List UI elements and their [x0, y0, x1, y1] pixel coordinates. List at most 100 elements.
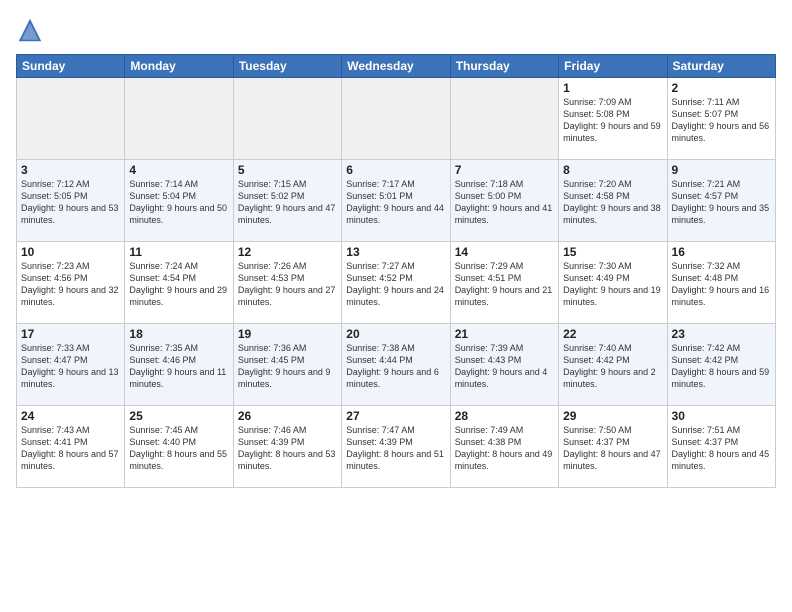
day-info: Sunrise: 7:36 AM Sunset: 4:45 PM Dayligh… [238, 342, 337, 391]
day-number: 12 [238, 245, 337, 259]
calendar-cell: 30Sunrise: 7:51 AM Sunset: 4:37 PM Dayli… [667, 406, 775, 488]
day-info: Sunrise: 7:45 AM Sunset: 4:40 PM Dayligh… [129, 424, 228, 473]
day-info: Sunrise: 7:17 AM Sunset: 5:01 PM Dayligh… [346, 178, 445, 227]
calendar-cell: 27Sunrise: 7:47 AM Sunset: 4:39 PM Dayli… [342, 406, 450, 488]
day-number: 30 [672, 409, 771, 423]
calendar-cell: 24Sunrise: 7:43 AM Sunset: 4:41 PM Dayli… [17, 406, 125, 488]
calendar-cell: 25Sunrise: 7:45 AM Sunset: 4:40 PM Dayli… [125, 406, 233, 488]
day-number: 25 [129, 409, 228, 423]
day-number: 22 [563, 327, 662, 341]
day-number: 23 [672, 327, 771, 341]
day-number: 19 [238, 327, 337, 341]
day-info: Sunrise: 7:27 AM Sunset: 4:52 PM Dayligh… [346, 260, 445, 309]
day-info: Sunrise: 7:21 AM Sunset: 4:57 PM Dayligh… [672, 178, 771, 227]
calendar-weekday-sunday: Sunday [17, 55, 125, 78]
day-info: Sunrise: 7:18 AM Sunset: 5:00 PM Dayligh… [455, 178, 554, 227]
calendar-weekday-monday: Monday [125, 55, 233, 78]
day-number: 20 [346, 327, 445, 341]
calendar-cell [17, 78, 125, 160]
day-info: Sunrise: 7:46 AM Sunset: 4:39 PM Dayligh… [238, 424, 337, 473]
calendar-cell: 17Sunrise: 7:33 AM Sunset: 4:47 PM Dayli… [17, 324, 125, 406]
day-number: 13 [346, 245, 445, 259]
day-info: Sunrise: 7:49 AM Sunset: 4:38 PM Dayligh… [455, 424, 554, 473]
day-info: Sunrise: 7:26 AM Sunset: 4:53 PM Dayligh… [238, 260, 337, 309]
day-number: 14 [455, 245, 554, 259]
day-number: 28 [455, 409, 554, 423]
calendar-cell: 5Sunrise: 7:15 AM Sunset: 5:02 PM Daylig… [233, 160, 341, 242]
calendar-cell: 11Sunrise: 7:24 AM Sunset: 4:54 PM Dayli… [125, 242, 233, 324]
calendar-week-2: 3Sunrise: 7:12 AM Sunset: 5:05 PM Daylig… [17, 160, 776, 242]
calendar-week-5: 24Sunrise: 7:43 AM Sunset: 4:41 PM Dayli… [17, 406, 776, 488]
day-info: Sunrise: 7:23 AM Sunset: 4:56 PM Dayligh… [21, 260, 120, 309]
calendar-weekday-tuesday: Tuesday [233, 55, 341, 78]
calendar-cell: 12Sunrise: 7:26 AM Sunset: 4:53 PM Dayli… [233, 242, 341, 324]
day-info: Sunrise: 7:09 AM Sunset: 5:08 PM Dayligh… [563, 96, 662, 145]
day-info: Sunrise: 7:30 AM Sunset: 4:49 PM Dayligh… [563, 260, 662, 309]
day-info: Sunrise: 7:33 AM Sunset: 4:47 PM Dayligh… [21, 342, 120, 391]
calendar-cell: 4Sunrise: 7:14 AM Sunset: 5:04 PM Daylig… [125, 160, 233, 242]
day-number: 6 [346, 163, 445, 177]
day-number: 1 [563, 81, 662, 95]
calendar-cell: 21Sunrise: 7:39 AM Sunset: 4:43 PM Dayli… [450, 324, 558, 406]
day-number: 2 [672, 81, 771, 95]
day-number: 24 [21, 409, 120, 423]
calendar-cell: 23Sunrise: 7:42 AM Sunset: 4:42 PM Dayli… [667, 324, 775, 406]
calendar-cell [342, 78, 450, 160]
calendar-cell: 20Sunrise: 7:38 AM Sunset: 4:44 PM Dayli… [342, 324, 450, 406]
day-info: Sunrise: 7:35 AM Sunset: 4:46 PM Dayligh… [129, 342, 228, 391]
calendar-cell: 2Sunrise: 7:11 AM Sunset: 5:07 PM Daylig… [667, 78, 775, 160]
day-info: Sunrise: 7:14 AM Sunset: 5:04 PM Dayligh… [129, 178, 228, 227]
calendar-cell: 9Sunrise: 7:21 AM Sunset: 4:57 PM Daylig… [667, 160, 775, 242]
calendar-table: SundayMondayTuesdayWednesdayThursdayFrid… [16, 54, 776, 488]
calendar-cell: 16Sunrise: 7:32 AM Sunset: 4:48 PM Dayli… [667, 242, 775, 324]
calendar-week-3: 10Sunrise: 7:23 AM Sunset: 4:56 PM Dayli… [17, 242, 776, 324]
day-info: Sunrise: 7:39 AM Sunset: 4:43 PM Dayligh… [455, 342, 554, 391]
calendar-cell [125, 78, 233, 160]
day-number: 21 [455, 327, 554, 341]
logo [16, 16, 48, 44]
calendar-cell: 6Sunrise: 7:17 AM Sunset: 5:01 PM Daylig… [342, 160, 450, 242]
day-number: 17 [21, 327, 120, 341]
header [16, 16, 776, 44]
calendar-cell: 18Sunrise: 7:35 AM Sunset: 4:46 PM Dayli… [125, 324, 233, 406]
calendar-weekday-saturday: Saturday [667, 55, 775, 78]
day-number: 9 [672, 163, 771, 177]
day-info: Sunrise: 7:11 AM Sunset: 5:07 PM Dayligh… [672, 96, 771, 145]
day-info: Sunrise: 7:40 AM Sunset: 4:42 PM Dayligh… [563, 342, 662, 391]
day-number: 10 [21, 245, 120, 259]
day-info: Sunrise: 7:32 AM Sunset: 4:48 PM Dayligh… [672, 260, 771, 309]
day-number: 16 [672, 245, 771, 259]
calendar-week-1: 1Sunrise: 7:09 AM Sunset: 5:08 PM Daylig… [17, 78, 776, 160]
day-info: Sunrise: 7:43 AM Sunset: 4:41 PM Dayligh… [21, 424, 120, 473]
calendar-cell: 7Sunrise: 7:18 AM Sunset: 5:00 PM Daylig… [450, 160, 558, 242]
calendar-cell: 19Sunrise: 7:36 AM Sunset: 4:45 PM Dayli… [233, 324, 341, 406]
calendar-cell [233, 78, 341, 160]
calendar-header-row: SundayMondayTuesdayWednesdayThursdayFrid… [17, 55, 776, 78]
day-number: 11 [129, 245, 228, 259]
calendar-cell: 29Sunrise: 7:50 AM Sunset: 4:37 PM Dayli… [559, 406, 667, 488]
day-number: 4 [129, 163, 228, 177]
calendar-cell: 22Sunrise: 7:40 AM Sunset: 4:42 PM Dayli… [559, 324, 667, 406]
day-info: Sunrise: 7:29 AM Sunset: 4:51 PM Dayligh… [455, 260, 554, 309]
calendar-cell: 28Sunrise: 7:49 AM Sunset: 4:38 PM Dayli… [450, 406, 558, 488]
calendar-cell: 10Sunrise: 7:23 AM Sunset: 4:56 PM Dayli… [17, 242, 125, 324]
calendar-cell: 3Sunrise: 7:12 AM Sunset: 5:05 PM Daylig… [17, 160, 125, 242]
day-number: 15 [563, 245, 662, 259]
calendar-weekday-wednesday: Wednesday [342, 55, 450, 78]
day-info: Sunrise: 7:51 AM Sunset: 4:37 PM Dayligh… [672, 424, 771, 473]
calendar-weekday-thursday: Thursday [450, 55, 558, 78]
day-info: Sunrise: 7:20 AM Sunset: 4:58 PM Dayligh… [563, 178, 662, 227]
calendar-cell: 26Sunrise: 7:46 AM Sunset: 4:39 PM Dayli… [233, 406, 341, 488]
day-number: 27 [346, 409, 445, 423]
page-container: SundayMondayTuesdayWednesdayThursdayFrid… [0, 0, 792, 612]
calendar-cell: 1Sunrise: 7:09 AM Sunset: 5:08 PM Daylig… [559, 78, 667, 160]
day-number: 5 [238, 163, 337, 177]
day-info: Sunrise: 7:47 AM Sunset: 4:39 PM Dayligh… [346, 424, 445, 473]
day-info: Sunrise: 7:50 AM Sunset: 4:37 PM Dayligh… [563, 424, 662, 473]
day-info: Sunrise: 7:38 AM Sunset: 4:44 PM Dayligh… [346, 342, 445, 391]
calendar-cell: 15Sunrise: 7:30 AM Sunset: 4:49 PM Dayli… [559, 242, 667, 324]
calendar-week-4: 17Sunrise: 7:33 AM Sunset: 4:47 PM Dayli… [17, 324, 776, 406]
calendar-weekday-friday: Friday [559, 55, 667, 78]
logo-icon [16, 16, 44, 44]
day-number: 18 [129, 327, 228, 341]
